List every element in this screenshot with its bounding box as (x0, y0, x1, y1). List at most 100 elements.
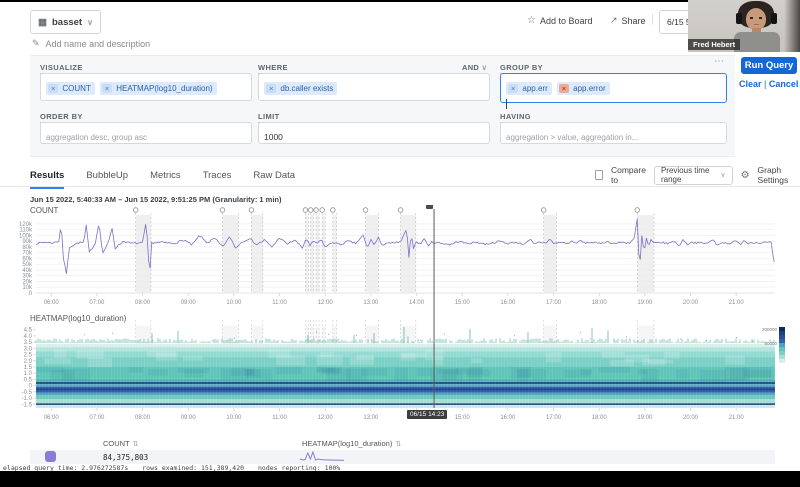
svg-text:200000: 200000 (762, 327, 778, 332)
tab-traces[interactable]: Traces (203, 170, 232, 187)
dataset-selector[interactable]: ▦ basset ∨ (30, 10, 101, 34)
limit-value: 1000 (264, 132, 283, 142)
query-chip[interactable]: ×HEATMAP(log10_duration) (100, 82, 217, 95)
chevron-down-icon: ∨ (720, 171, 725, 179)
svg-text:3.5: 3.5 (24, 340, 33, 346)
header-divider: | (651, 13, 654, 25)
svg-text:16:00: 16:00 (500, 300, 516, 306)
query-chip[interactable]: ×COUNT (46, 82, 95, 95)
sort-icon[interactable]: ⇅ (133, 441, 139, 448)
summary-col-heatmap[interactable]: HEATMAP(log10_duration)⇅ (302, 439, 401, 448)
dataset-name: basset (52, 17, 82, 28)
query-more-menu[interactable]: ⋯ (714, 56, 725, 67)
svg-text:12:00: 12:00 (318, 300, 334, 306)
svg-text:10:00: 10:00 (226, 415, 242, 421)
chip-label: app.error (573, 84, 605, 93)
compare-option-value: Previous time range (661, 166, 710, 184)
clear-button[interactable]: Clear (739, 79, 762, 89)
remove-chip-icon[interactable]: × (559, 84, 569, 93)
query-chip[interactable]: × app.err (506, 82, 552, 95)
cancel-button[interactable]: Cancel (769, 79, 799, 89)
tab-metrics[interactable]: Metrics (150, 170, 181, 187)
person-eye-left (750, 17, 753, 19)
person-shirt (734, 32, 780, 52)
order-by-input[interactable]: aggregation desc, group asc (40, 122, 252, 144)
star-icon: ☆ (527, 15, 536, 26)
compare-to-checkbox[interactable] (595, 170, 603, 180)
summary-table-row[interactable]: 84,375,803 (30, 450, 775, 464)
headphone-left (736, 13, 742, 24)
svg-text:15:00: 15:00 (455, 300, 471, 306)
webcam-name-tag: Fred Hebert (688, 39, 740, 50)
compare-option-dropdown[interactable]: Previous time range ∨ (654, 166, 733, 185)
svg-text:19:00: 19:00 (637, 415, 653, 421)
svg-text:07:00: 07:00 (89, 300, 105, 306)
svg-text:18:00: 18:00 (592, 415, 608, 421)
letterbox-bottom (0, 471, 800, 487)
person-eye-right (759, 17, 762, 19)
group-by-input[interactable]: × app.err × app.error (500, 73, 727, 103)
visualize-input[interactable]: ×COUNT ×HEATMAP(log10_duration) (40, 73, 252, 101)
headphone-right (771, 13, 777, 24)
share-label: Share (622, 16, 646, 26)
svg-text:21:00: 21:00 (729, 300, 745, 306)
remove-chip-icon[interactable]: × (48, 84, 58, 93)
compare-to-label: Compare to (611, 165, 646, 185)
svg-text:15:00: 15:00 (455, 415, 471, 421)
tab-bubbleup[interactable]: BubbleUp (86, 170, 128, 187)
limit-input[interactable]: 1000 (258, 122, 490, 144)
query-name-placeholder: Add name and description (46, 39, 151, 49)
person-face (746, 8, 766, 30)
series-swatch (45, 451, 56, 462)
svg-text:4.0: 4.0 (24, 334, 33, 340)
pencil-icon: ✎ (32, 38, 40, 49)
where-join-selector[interactable]: AND ∨ (462, 63, 487, 72)
gear-icon: ⚙ (741, 170, 750, 181)
chevron-down-icon: ∨ (482, 63, 488, 72)
add-to-board-button[interactable]: ☆ Add to Board (527, 15, 593, 26)
count-total-value: 84,375,803 (103, 453, 148, 462)
svg-text:80000: 80000 (764, 341, 777, 346)
crosshair-tooltip: 06/15 14:23 (407, 410, 447, 419)
share-button[interactable]: ↗ Share (610, 15, 646, 26)
query-chip[interactable]: × db.caller exists (264, 82, 337, 95)
graph-settings-button[interactable]: Graph Settings (758, 165, 800, 185)
svg-text:0: 0 (29, 384, 33, 390)
svg-text:-1.0: -1.0 (22, 396, 33, 402)
svg-text:08:00: 08:00 (135, 300, 151, 306)
svg-text:20:00: 20:00 (683, 415, 699, 421)
remove-chip-icon[interactable]: × (102, 84, 112, 93)
webcam-overlay: Fred Hebert (688, 0, 800, 52)
having-input[interactable]: aggregation > value, aggregation in... (500, 122, 727, 144)
sort-icon[interactable]: ⇅ (395, 441, 401, 448)
svg-text:1.0: 1.0 (24, 371, 33, 377)
where-input[interactable]: × db.caller exists (258, 73, 490, 101)
query-chip[interactable]: × app.error (557, 82, 610, 95)
svg-text:17:00: 17:00 (546, 415, 562, 421)
results-charts[interactable]: 120k110k100k90k80k70k60k50k40k30k20k10k0… (0, 205, 800, 427)
svg-text:09:00: 09:00 (181, 415, 197, 421)
chevron-down-icon: ∨ (87, 18, 93, 27)
chip-label: db.caller exists (280, 84, 333, 93)
remove-chip-icon[interactable]: × (508, 84, 518, 93)
summary-col-count[interactable]: COUNT⇅ (103, 439, 139, 448)
letterbox-top (0, 0, 800, 2)
query-name-field[interactable]: ✎ Add name and description (32, 38, 150, 49)
svg-text:20:00: 20:00 (683, 300, 699, 306)
svg-text:1.5: 1.5 (24, 365, 33, 371)
svg-text:06:00: 06:00 (44, 415, 60, 421)
svg-text:11:00: 11:00 (272, 300, 287, 306)
run-query-button[interactable]: Run Query (741, 57, 797, 74)
tab-raw-data[interactable]: Raw Data (253, 170, 295, 187)
svg-text:11:00: 11:00 (272, 415, 287, 421)
remove-chip-icon[interactable]: × (266, 84, 276, 93)
svg-text:12:00: 12:00 (318, 415, 334, 421)
svg-text:-1.5: -1.5 (22, 402, 33, 408)
tabs-divider (0, 186, 800, 187)
svg-text:2.0: 2.0 (24, 359, 33, 365)
add-to-board-label: Add to Board (540, 16, 593, 26)
summary-table-header: COUNT⇅ HEATMAP(log10_duration)⇅ (30, 436, 775, 451)
svg-text:08:00: 08:00 (135, 415, 151, 421)
person-mouth (754, 24, 759, 25)
chip-label: app.err (522, 84, 547, 93)
